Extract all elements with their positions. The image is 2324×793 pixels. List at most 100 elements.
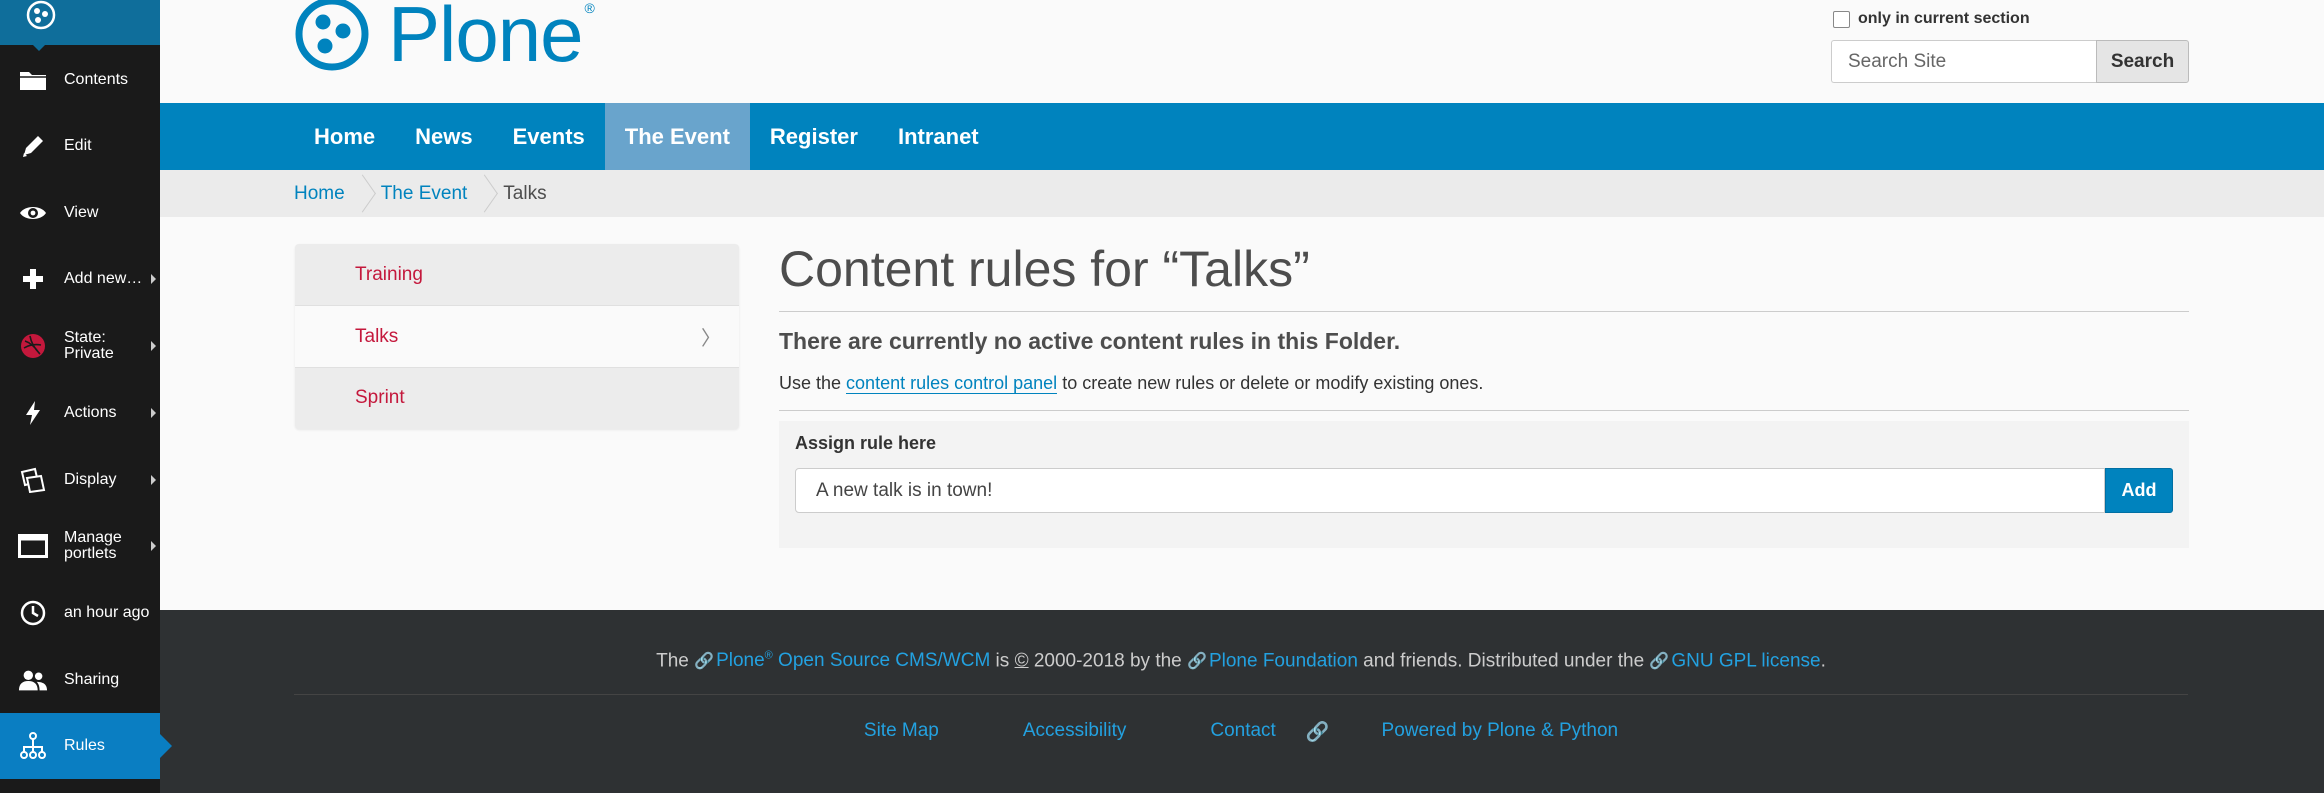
toolbar-display[interactable]: Display: [0, 447, 160, 513]
add-rule-button[interactable]: Add: [2105, 468, 2173, 513]
toolbar-sharing[interactable]: Sharing: [0, 647, 160, 713]
toolbar-rules[interactable]: Rules: [0, 713, 172, 779]
toolbar-manage-portlets-label: Manage portlets: [64, 529, 122, 562]
nav-news[interactable]: News: [395, 103, 492, 170]
folder-icon: [18, 65, 48, 95]
pencil-icon: [18, 131, 48, 161]
search-button[interactable]: Search: [2096, 40, 2189, 83]
search-row: Search: [1831, 40, 2193, 83]
plone-logo-icon: [295, 0, 369, 71]
registered-mark: ®: [764, 650, 773, 662]
site-logo-text: Plone: [388, 0, 583, 78]
colophon-text: is: [990, 650, 1015, 672]
global-navigation: Home News Events The Event Register Intr…: [160, 103, 2324, 170]
submenu-arrow-icon: [151, 408, 156, 418]
toolbar-manage-portlets[interactable]: Manage portlets: [0, 513, 160, 579]
submenu-arrow-icon: [151, 341, 156, 351]
cms-link-text: Open Source CMS/WCM: [772, 650, 991, 672]
submenu-arrow-icon: [151, 274, 156, 284]
portlet-nav-label: Training: [355, 263, 423, 285]
accessibility-link[interactable]: Accessibility: [1023, 720, 1126, 744]
breadcrumb-separator: [479, 170, 491, 217]
nav-register[interactable]: Register: [750, 103, 878, 170]
clock-icon: [18, 598, 48, 628]
toolbar-logo[interactable]: [0, 0, 160, 51]
colophon-text: 2000-2018 by the: [1028, 650, 1188, 672]
nav-the-event[interactable]: The Event: [604, 103, 750, 170]
plone-logo-icon: [26, 0, 56, 30]
link-icon: 🔗: [1187, 653, 1207, 671]
site-logo[interactable]: Plone ®: [294, 0, 595, 78]
toolbar-actions-label: Actions: [64, 404, 117, 421]
portlet-nav-item-sprint[interactable]: Sprint: [295, 367, 739, 428]
portlets-icon: [18, 531, 48, 561]
no-rules-message: There are currently no active content ru…: [779, 328, 1401, 354]
assign-rule-form: Assign rule here A new talk is in town! …: [779, 421, 2189, 548]
gpl-license-link[interactable]: GNU GPL license: [1671, 650, 1820, 671]
current-section-checkbox[interactable]: [1833, 10, 1850, 28]
plone-link[interactable]: Plone® Open Source CMS/WCM: [716, 650, 990, 671]
colophon-text: and friends. Distributed under the: [1357, 650, 1650, 672]
toolbar-contents[interactable]: Contents: [0, 47, 160, 113]
footer-links: Site Map Accessibility Contact 🔗 Powered…: [294, 720, 2188, 744]
toolbar-view[interactable]: View: [0, 180, 160, 246]
toolbar-edit-label: Edit: [64, 137, 92, 154]
eye-icon: [18, 198, 48, 228]
site-header: Plone ® only in current section Search: [160, 0, 2324, 103]
contact-link[interactable]: Contact: [1210, 720, 1275, 744]
page-title: Content rules for “Talks”: [779, 237, 2189, 312]
toolbar-view-label: View: [64, 204, 99, 221]
portlet-nav-item-talks[interactable]: Talks 〉: [295, 305, 739, 368]
breadcrumb-home[interactable]: Home: [294, 183, 345, 205]
submenu-arrow-icon: [151, 475, 156, 485]
assign-rule-label: Assign rule here: [795, 433, 937, 453]
plone-foundation-link[interactable]: Plone Foundation: [1209, 650, 1358, 671]
toolbar-actions[interactable]: Actions: [0, 380, 160, 446]
breadcrumb-current: Talks: [503, 182, 547, 204]
breadcrumb-separator: [357, 170, 369, 217]
copyright-mark: ©: [1014, 650, 1029, 672]
plone-link-text: Plone: [716, 650, 765, 672]
toolbar-state-label: State: Private: [64, 329, 114, 362]
registered-mark: ®: [584, 0, 595, 16]
colophon: The 🔗 Plone® Open Source CMS/WCM is © 200…: [294, 650, 2188, 672]
toolbar-sharing-label: Sharing: [64, 671, 120, 688]
toolbar-add-new-label: Add new…: [64, 270, 143, 287]
colophon-text: .: [1820, 650, 1826, 672]
content-rules-control-panel-link[interactable]: content rules control panel: [846, 373, 1058, 394]
current-section-label: only in current section: [1858, 10, 2030, 27]
link-icon: 🔗: [694, 653, 715, 671]
toolbar-display-label: Display: [64, 471, 117, 488]
portlet-nav-label: Sprint: [355, 386, 405, 408]
display-icon: [18, 465, 48, 495]
portlet-nav-label: Talks: [355, 325, 399, 347]
breadcrumb-the-event[interactable]: The Event: [381, 183, 468, 205]
link-icon: 🔗: [1649, 653, 1670, 671]
nav-home[interactable]: Home: [294, 103, 395, 170]
nav-events[interactable]: Events: [493, 103, 605, 170]
help-text: Use the content rules control panel to c…: [779, 373, 2189, 411]
assign-rule-row: A new talk is in town! Add: [795, 468, 2173, 513]
powered-by-link[interactable]: Powered by Plone & Python: [1382, 720, 1619, 744]
current-section-option: only in current section: [1833, 8, 2193, 30]
search-input[interactable]: [1831, 40, 2096, 83]
site-map-link[interactable]: Site Map: [864, 720, 939, 744]
rules-icon: [18, 731, 48, 761]
search-area: only in current section Search: [1831, 8, 2193, 83]
plus-icon: [18, 264, 48, 294]
help-text-suffix: to create new rules or delete or modify …: [1057, 373, 1484, 393]
help-text-prefix: Use the: [779, 373, 847, 393]
portlet-navigation: Training Talks 〉 Sprint: [295, 244, 739, 429]
nav-intranet[interactable]: Intranet: [878, 103, 999, 170]
portlet-nav-item-training[interactable]: Training: [295, 244, 739, 305]
site-footer: The 🔗 Plone® Open Source CMS/WCM is © 200…: [160, 610, 2324, 793]
rule-select[interactable]: A new talk is in town!: [795, 468, 2105, 513]
toolbar-add-new[interactable]: Add new…: [0, 246, 160, 312]
toolbar-edit[interactable]: Edit: [0, 113, 160, 179]
users-icon: [18, 665, 48, 695]
submenu-arrow-icon: [151, 541, 156, 551]
colophon-text: The: [656, 650, 695, 672]
breadcrumb: Home The Event Talks: [160, 170, 2324, 217]
toolbar-history[interactable]: an hour ago: [0, 580, 160, 646]
toolbar-state[interactable]: State: Private: [0, 313, 160, 379]
